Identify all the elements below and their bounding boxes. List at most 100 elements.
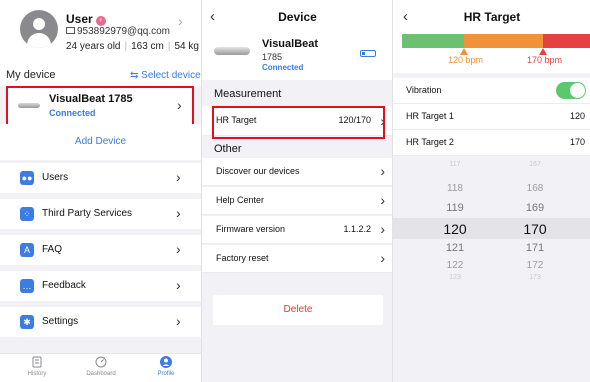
chevron-right-icon: ›: [176, 205, 181, 221]
factory-reset-row[interactable]: Factory reset ›: [202, 245, 392, 273]
hr-value-picker[interactable]: 117 118 119 120 121 122 123 167 168 169 …: [393, 156, 590, 382]
low-bpm-label: 120 bpm: [448, 55, 484, 65]
battery-icon: [360, 50, 376, 57]
email-line: 953892979@qq.com: [66, 26, 170, 37]
chevron-right-icon: ›: [380, 192, 385, 208]
tab-label: History: [27, 371, 47, 377]
menu-label: FAQ: [42, 244, 63, 255]
picker-left-value[interactable]: 121: [425, 242, 485, 254]
menu-item-faq[interactable]: A FAQ ›: [0, 235, 201, 265]
chevron-right-icon: ›: [176, 277, 181, 293]
hr-target-1-value: 120: [569, 111, 585, 121]
swap-icon: ⇆: [130, 70, 139, 81]
tab-label: Dashboard: [86, 371, 116, 377]
help-center-row[interactable]: Help Center ›: [202, 187, 392, 215]
picker-left-selected[interactable]: 120: [425, 221, 485, 237]
body-stats: 24 years old | 163 cm | 54 kg: [66, 41, 199, 52]
tab-label: Profile: [157, 371, 175, 377]
username-text: User: [66, 12, 93, 26]
chevron-right-icon: ›: [380, 163, 385, 179]
row-label: HR Target 2: [406, 137, 454, 147]
email-text: 953892979@qq.com: [77, 26, 170, 37]
hr-target-1-row[interactable]: HR Target 1 120: [393, 104, 590, 130]
users-icon: ●●: [20, 171, 34, 185]
device-model: 1785: [262, 52, 283, 62]
hr-target-2-value: 170: [569, 137, 585, 147]
gear-icon: ✱: [20, 315, 34, 329]
menu-label: Users: [42, 172, 69, 183]
chevron-right-icon[interactable]: ›: [178, 14, 183, 28]
picker-left-value[interactable]: 119: [425, 202, 485, 214]
zone-bar-orange: [464, 34, 543, 48]
my-device-label: My device: [6, 69, 56, 81]
highlight-box: [212, 106, 385, 139]
picker-right-value[interactable]: 169: [505, 202, 565, 214]
select-device-text: Select device: [141, 70, 201, 81]
picker-right-value[interactable]: 173: [505, 274, 565, 281]
menu-item-feedback[interactable]: … Feedback ›: [0, 271, 201, 301]
profile-icon: [160, 356, 172, 368]
menu-item-users[interactable]: ●● Users ›: [0, 163, 201, 193]
tab-history[interactable]: History: [12, 356, 62, 377]
chevron-right-icon: ›: [380, 221, 385, 237]
menu-item-settings[interactable]: ✱ Settings ›: [0, 307, 201, 337]
vibration-row: Vibration: [393, 78, 590, 104]
chevron-right-icon: ›: [380, 250, 385, 266]
username: User ♀: [66, 12, 106, 26]
picker-left-value[interactable]: 118: [425, 183, 485, 194]
tab-dashboard[interactable]: Dashboard: [76, 356, 126, 377]
discover-devices-row[interactable]: Discover our devices ›: [202, 158, 392, 186]
menu-label: Third Party Services: [42, 208, 133, 219]
device-thumbnail: [214, 47, 250, 55]
chat-icon: …: [20, 279, 34, 293]
height-text: 163 cm: [131, 41, 164, 52]
menu-label: Settings: [42, 316, 79, 327]
row-label: Factory reset: [216, 253, 269, 263]
chevron-right-icon: ›: [176, 313, 181, 329]
high-marker-icon: [539, 48, 547, 55]
picker-left-value[interactable]: 122: [425, 260, 485, 271]
row-label: Firmware version: [216, 224, 286, 234]
picker-right-value[interactable]: 168: [505, 183, 565, 194]
device-header: ‹ Device VisualBeat 1785 Connected: [202, 0, 392, 80]
measurement-header: Measurement: [214, 88, 282, 100]
picker-right-value[interactable]: 167: [505, 161, 565, 168]
chevron-right-icon: ›: [176, 169, 181, 185]
page-title: Device: [278, 10, 317, 24]
highlight-box: [6, 86, 194, 126]
low-marker-icon: [460, 48, 468, 55]
picker-left-value[interactable]: 123: [425, 274, 485, 281]
delete-button[interactable]: Delete: [213, 295, 383, 325]
select-device-link[interactable]: ⇆ Select device: [130, 70, 201, 81]
other-header: Other: [214, 143, 242, 155]
female-icon: ♀: [95, 16, 106, 26]
profile-panel: User ♀ › 953892979@qq.com 24 years old | 16…: [0, 0, 201, 382]
tab-profile[interactable]: Profile: [141, 356, 191, 377]
picker-left-value[interactable]: 117: [425, 161, 485, 168]
menu-item-third-party[interactable]: ⁘ Third Party Services ›: [0, 199, 201, 229]
hr-target-2-row[interactable]: HR Target 2 170: [393, 130, 590, 156]
add-device-button[interactable]: Add Device: [0, 124, 201, 160]
device-status: Connected: [262, 63, 304, 72]
high-bpm-label: 170 bpm: [527, 55, 563, 65]
row-label: Discover our devices: [216, 166, 300, 176]
avatar[interactable]: [20, 10, 58, 48]
tab-bar: History Dashboard Profile: [0, 353, 201, 382]
hr-target-header: ‹ HR Target 120 bpm 170 bpm: [393, 0, 590, 73]
page-title: HR Target: [463, 10, 521, 24]
picker-right-selected[interactable]: 170: [505, 221, 565, 237]
picker-right-value[interactable]: 172: [505, 260, 565, 271]
menu-label: Feedback: [42, 280, 86, 291]
hr-target-panel: ‹ HR Target 120 bpm 170 bpm Vibration HR…: [392, 0, 590, 382]
mail-icon: [66, 27, 75, 34]
dashboard-icon: [95, 356, 107, 368]
vibration-toggle[interactable]: [556, 82, 586, 99]
firmware-row[interactable]: Firmware version 1.1.2.2 ›: [202, 216, 392, 244]
row-label: HR Target 1: [406, 111, 454, 121]
picker-right-value[interactable]: 171: [505, 242, 565, 254]
row-label: Help Center: [216, 195, 265, 205]
firmware-value: 1.1.2.2: [343, 224, 371, 234]
device-name: VisualBeat: [262, 38, 319, 50]
apps-icon: ⁘: [20, 207, 34, 221]
weight-text: 54 kg: [174, 41, 199, 52]
